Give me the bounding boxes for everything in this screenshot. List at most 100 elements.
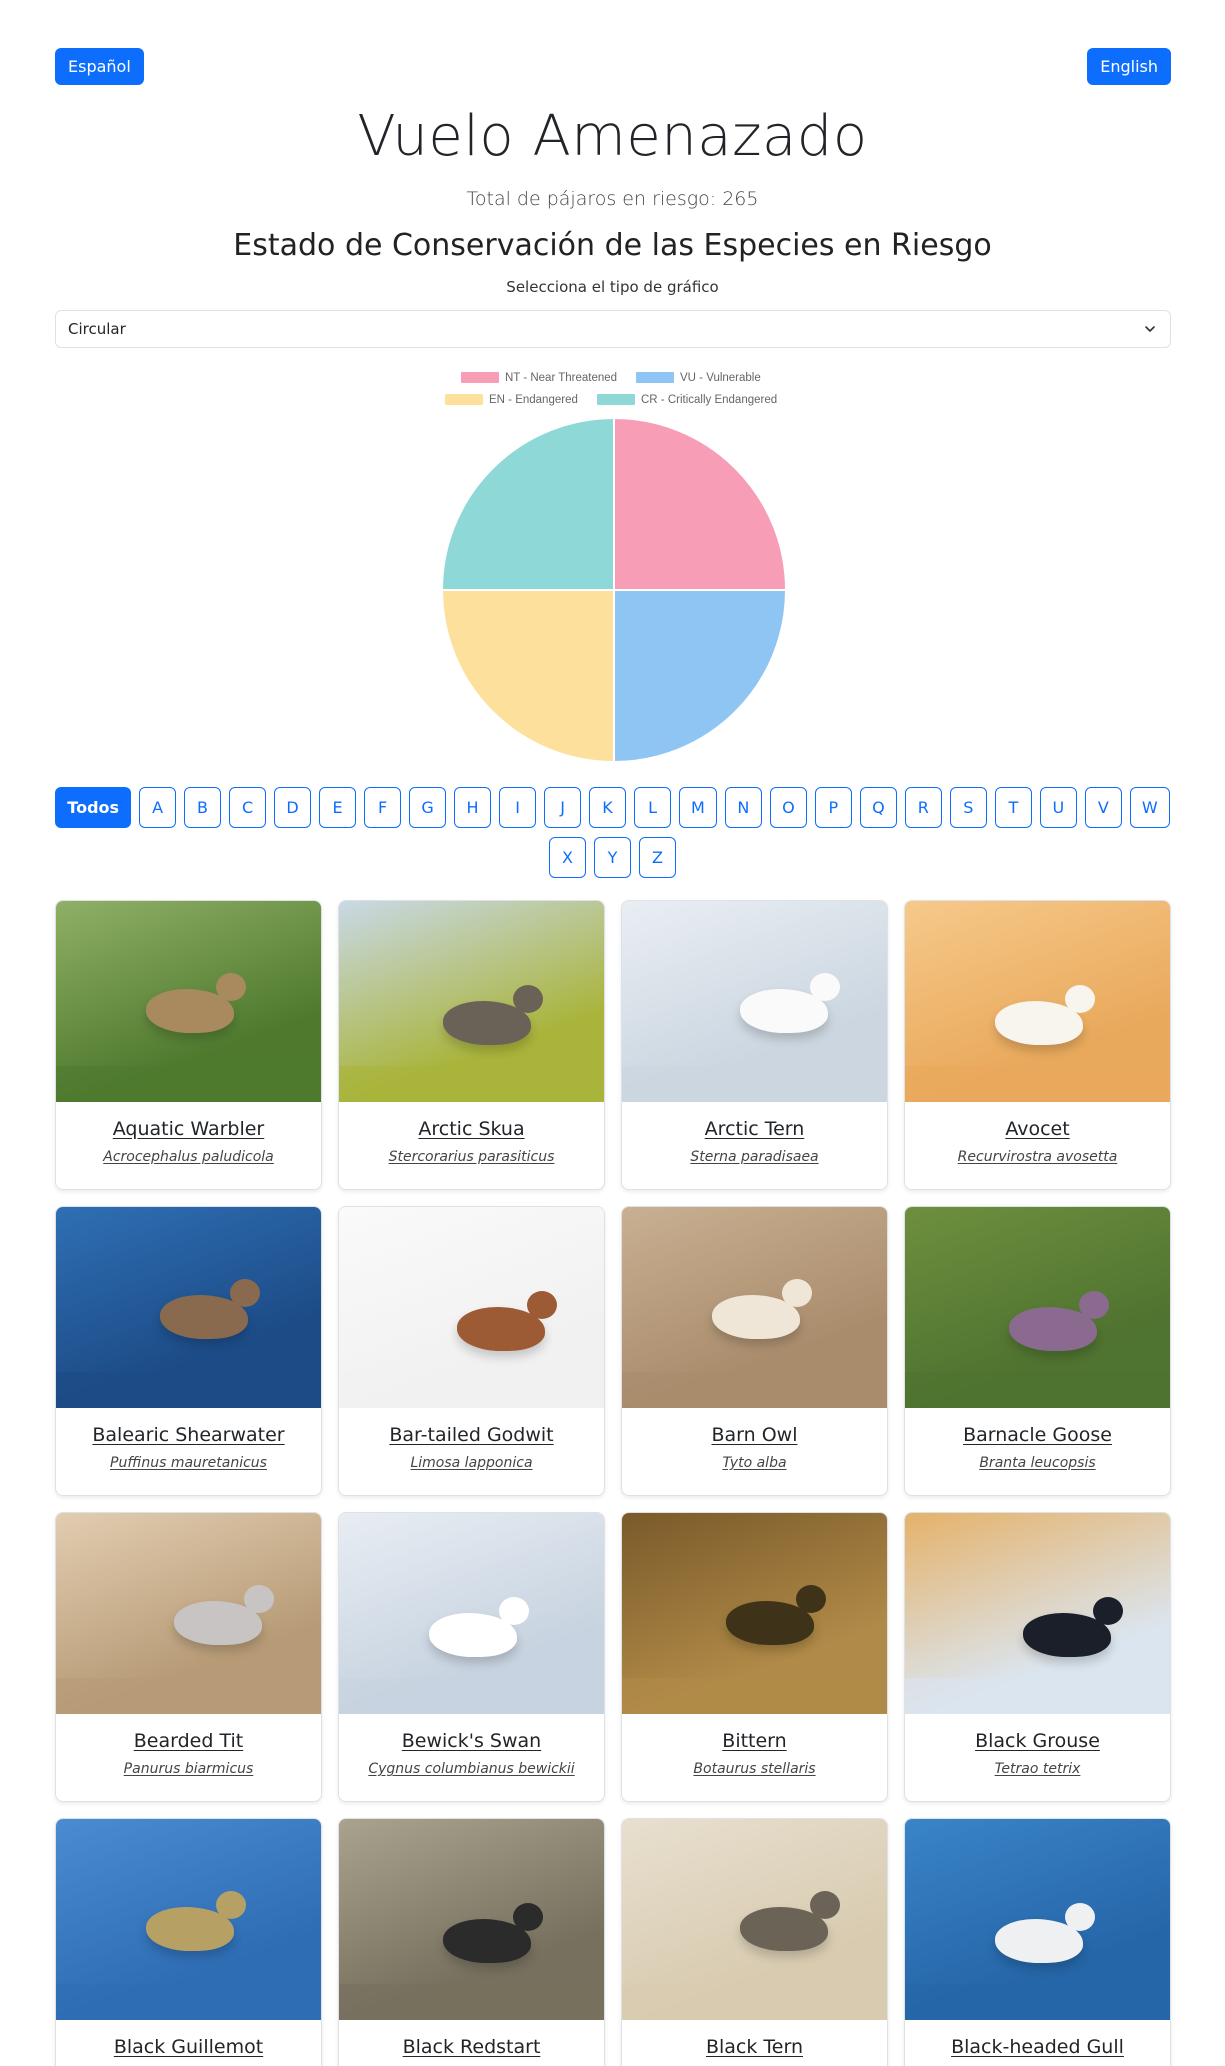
- bird-scientific-name-link[interactable]: Limosa lapponica: [339, 1455, 604, 1471]
- english-language-button[interactable]: English: [1087, 48, 1171, 85]
- bird-card[interactable]: Avocet Recurvirostra avosetta: [904, 900, 1171, 1190]
- bird-card[interactable]: Bar-tailed Godwit Limosa lapponica: [338, 1206, 605, 1496]
- legend-item[interactable]: VU - Vulnerable: [636, 372, 761, 384]
- pie-slice[interactable]: [440, 589, 615, 764]
- bird-common-name-link[interactable]: Barnacle Goose: [905, 1424, 1170, 1446]
- filter-letter-a-button[interactable]: A: [139, 787, 177, 828]
- bird-common-name-link[interactable]: Avocet: [905, 1118, 1170, 1140]
- filter-letter-l-button[interactable]: L: [634, 787, 672, 828]
- pie-slice[interactable]: [613, 416, 788, 591]
- bird-scientific-name-link[interactable]: Branta leucopsis: [905, 1455, 1170, 1471]
- bird-photo[interactable]: [905, 901, 1170, 1102]
- filter-letter-b-button[interactable]: B: [184, 787, 222, 828]
- bird-photo[interactable]: [622, 1819, 887, 2020]
- bird-card[interactable]: Black GuillemotCepphus grylle: [55, 1818, 322, 2066]
- bird-scientific-name-link[interactable]: Stercorarius parasiticus: [339, 1149, 604, 1165]
- bird-card[interactable]: Bearded Tit Panurus biarmicus: [55, 1512, 322, 1802]
- bird-photo[interactable]: [56, 901, 321, 1102]
- bird-common-name-link[interactable]: Arctic Skua: [339, 1118, 604, 1140]
- filter-letter-z-button[interactable]: Z: [639, 837, 676, 878]
- filter-letter-j-button[interactable]: J: [544, 787, 582, 828]
- bird-card[interactable]: Black TernChlidonias niger: [621, 1818, 888, 2066]
- legend-item[interactable]: NT - Near Threatened: [461, 372, 617, 384]
- filter-letter-i-button[interactable]: I: [499, 787, 537, 828]
- filter-all-button[interactable]: Todos: [55, 787, 132, 828]
- bird-photo[interactable]: [56, 1819, 321, 2020]
- filter-letter-n-button[interactable]: N: [724, 787, 762, 828]
- bird-photo[interactable]: [905, 1819, 1170, 2020]
- filter-letter-r-button[interactable]: R: [904, 787, 942, 828]
- pie-slice[interactable]: [440, 416, 615, 591]
- legend-item[interactable]: EN - Endangered: [445, 394, 578, 406]
- bird-scientific-name-link[interactable]: Cygnus columbianus bewickii: [339, 1761, 604, 1777]
- photo-ground: [905, 1372, 1170, 1408]
- bird-common-name-link[interactable]: Black Grouse: [905, 1730, 1170, 1752]
- filter-letter-v-button[interactable]: V: [1084, 787, 1122, 828]
- filter-letter-h-button[interactable]: H: [454, 787, 492, 828]
- bird-photo[interactable]: [56, 1513, 321, 1714]
- bird-scientific-name-link[interactable]: Tetrao tetrix: [905, 1761, 1170, 1777]
- filter-letter-e-button[interactable]: E: [319, 787, 357, 828]
- bird-card[interactable]: Black RedstartPhoenicurus ochruros: [338, 1818, 605, 2066]
- bird-photo[interactable]: [339, 1819, 604, 2020]
- bird-card[interactable]: Black Grouse Tetrao tetrix: [904, 1512, 1171, 1802]
- filter-letter-k-button[interactable]: K: [589, 787, 627, 828]
- filter-letter-t-button[interactable]: T: [994, 787, 1032, 828]
- bird-scientific-name-link[interactable]: Recurvirostra avosetta: [905, 1149, 1170, 1165]
- bird-photo[interactable]: [622, 1207, 887, 1408]
- filter-letter-u-button[interactable]: U: [1039, 787, 1077, 828]
- filter-letter-s-button[interactable]: S: [949, 787, 987, 828]
- bird-card[interactable]: Bewick's Swan Cygnus columbianus bewickii: [338, 1512, 605, 1802]
- bird-common-name-link[interactable]: Black Guillemot: [56, 2036, 321, 2058]
- bird-photo[interactable]: [56, 1207, 321, 1408]
- bird-photo[interactable]: [339, 1207, 604, 1408]
- bird-common-name-link[interactable]: Black-headed Gull: [905, 2036, 1170, 2058]
- bird-card[interactable]: Barn Owl Tyto alba: [621, 1206, 888, 1496]
- bird-common-name-link[interactable]: Arctic Tern: [622, 1118, 887, 1140]
- filter-letter-y-button[interactable]: Y: [594, 837, 631, 878]
- bird-scientific-name-link[interactable]: Sterna paradisaea: [622, 1149, 887, 1165]
- bird-photo[interactable]: [622, 901, 887, 1102]
- bird-common-name-link[interactable]: Black Redstart: [339, 2036, 604, 2058]
- bird-common-name-link[interactable]: Balearic Shearwater: [56, 1424, 321, 1446]
- filter-letter-x-button[interactable]: X: [549, 837, 586, 878]
- filter-letter-c-button[interactable]: C: [229, 787, 267, 828]
- bird-scientific-name-link[interactable]: Tyto alba: [622, 1455, 887, 1471]
- bird-card[interactable]: Arctic Skua Stercorarius parasiticus: [338, 900, 605, 1190]
- filter-letter-m-button[interactable]: M: [679, 787, 717, 828]
- bird-photo[interactable]: [339, 1513, 604, 1714]
- spanish-language-button[interactable]: Español: [55, 48, 144, 85]
- bird-common-name-link[interactable]: Barn Owl: [622, 1424, 887, 1446]
- bird-scientific-name-link[interactable]: Acrocephalus paludicola: [56, 1149, 321, 1165]
- filter-letter-f-button[interactable]: F: [364, 787, 402, 828]
- bird-card[interactable]: Barnacle Goose Branta leucopsis: [904, 1206, 1171, 1496]
- chart-type-select[interactable]: Circular: [55, 310, 1171, 348]
- bird-common-name-link[interactable]: Aquatic Warbler: [56, 1118, 321, 1140]
- bird-common-name-link[interactable]: Bittern: [622, 1730, 887, 1752]
- pie-slice[interactable]: [613, 589, 788, 764]
- filter-letter-d-button[interactable]: D: [274, 787, 312, 828]
- bird-photo[interactable]: [905, 1513, 1170, 1714]
- bird-common-name-link[interactable]: Black Tern: [622, 2036, 887, 2058]
- legend-item[interactable]: CR - Critically Endangered: [597, 394, 777, 406]
- photo-ground: [339, 1678, 604, 1714]
- bird-common-name-link[interactable]: Bewick's Swan: [339, 1730, 604, 1752]
- bird-common-name-link[interactable]: Bar-tailed Godwit: [339, 1424, 604, 1446]
- bird-scientific-name-link[interactable]: Panurus biarmicus: [56, 1761, 321, 1777]
- bird-photo[interactable]: [339, 901, 604, 1102]
- filter-letter-o-button[interactable]: O: [769, 787, 807, 828]
- bird-card[interactable]: Arctic Tern Sterna paradisaea: [621, 900, 888, 1190]
- filter-letter-q-button[interactable]: Q: [859, 787, 897, 828]
- bird-photo[interactable]: [905, 1207, 1170, 1408]
- bird-common-name-link[interactable]: Bearded Tit: [56, 1730, 321, 1752]
- bird-card[interactable]: Balearic Shearwater Puffinus mauretanicus: [55, 1206, 322, 1496]
- filter-letter-p-button[interactable]: P: [814, 787, 852, 828]
- bird-scientific-name-link[interactable]: Botaurus stellaris: [622, 1761, 887, 1777]
- bird-scientific-name-link[interactable]: Puffinus mauretanicus: [56, 1455, 321, 1471]
- bird-card[interactable]: Bittern Botaurus stellaris: [621, 1512, 888, 1802]
- bird-card[interactable]: Aquatic Warbler Acrocephalus paludicola: [55, 900, 322, 1190]
- bird-photo[interactable]: [622, 1513, 887, 1714]
- filter-letter-g-button[interactable]: G: [409, 787, 447, 828]
- filter-letter-w-button[interactable]: W: [1129, 787, 1170, 828]
- bird-card[interactable]: Black-headed GullChroicocephalus ridibun…: [904, 1818, 1171, 2066]
